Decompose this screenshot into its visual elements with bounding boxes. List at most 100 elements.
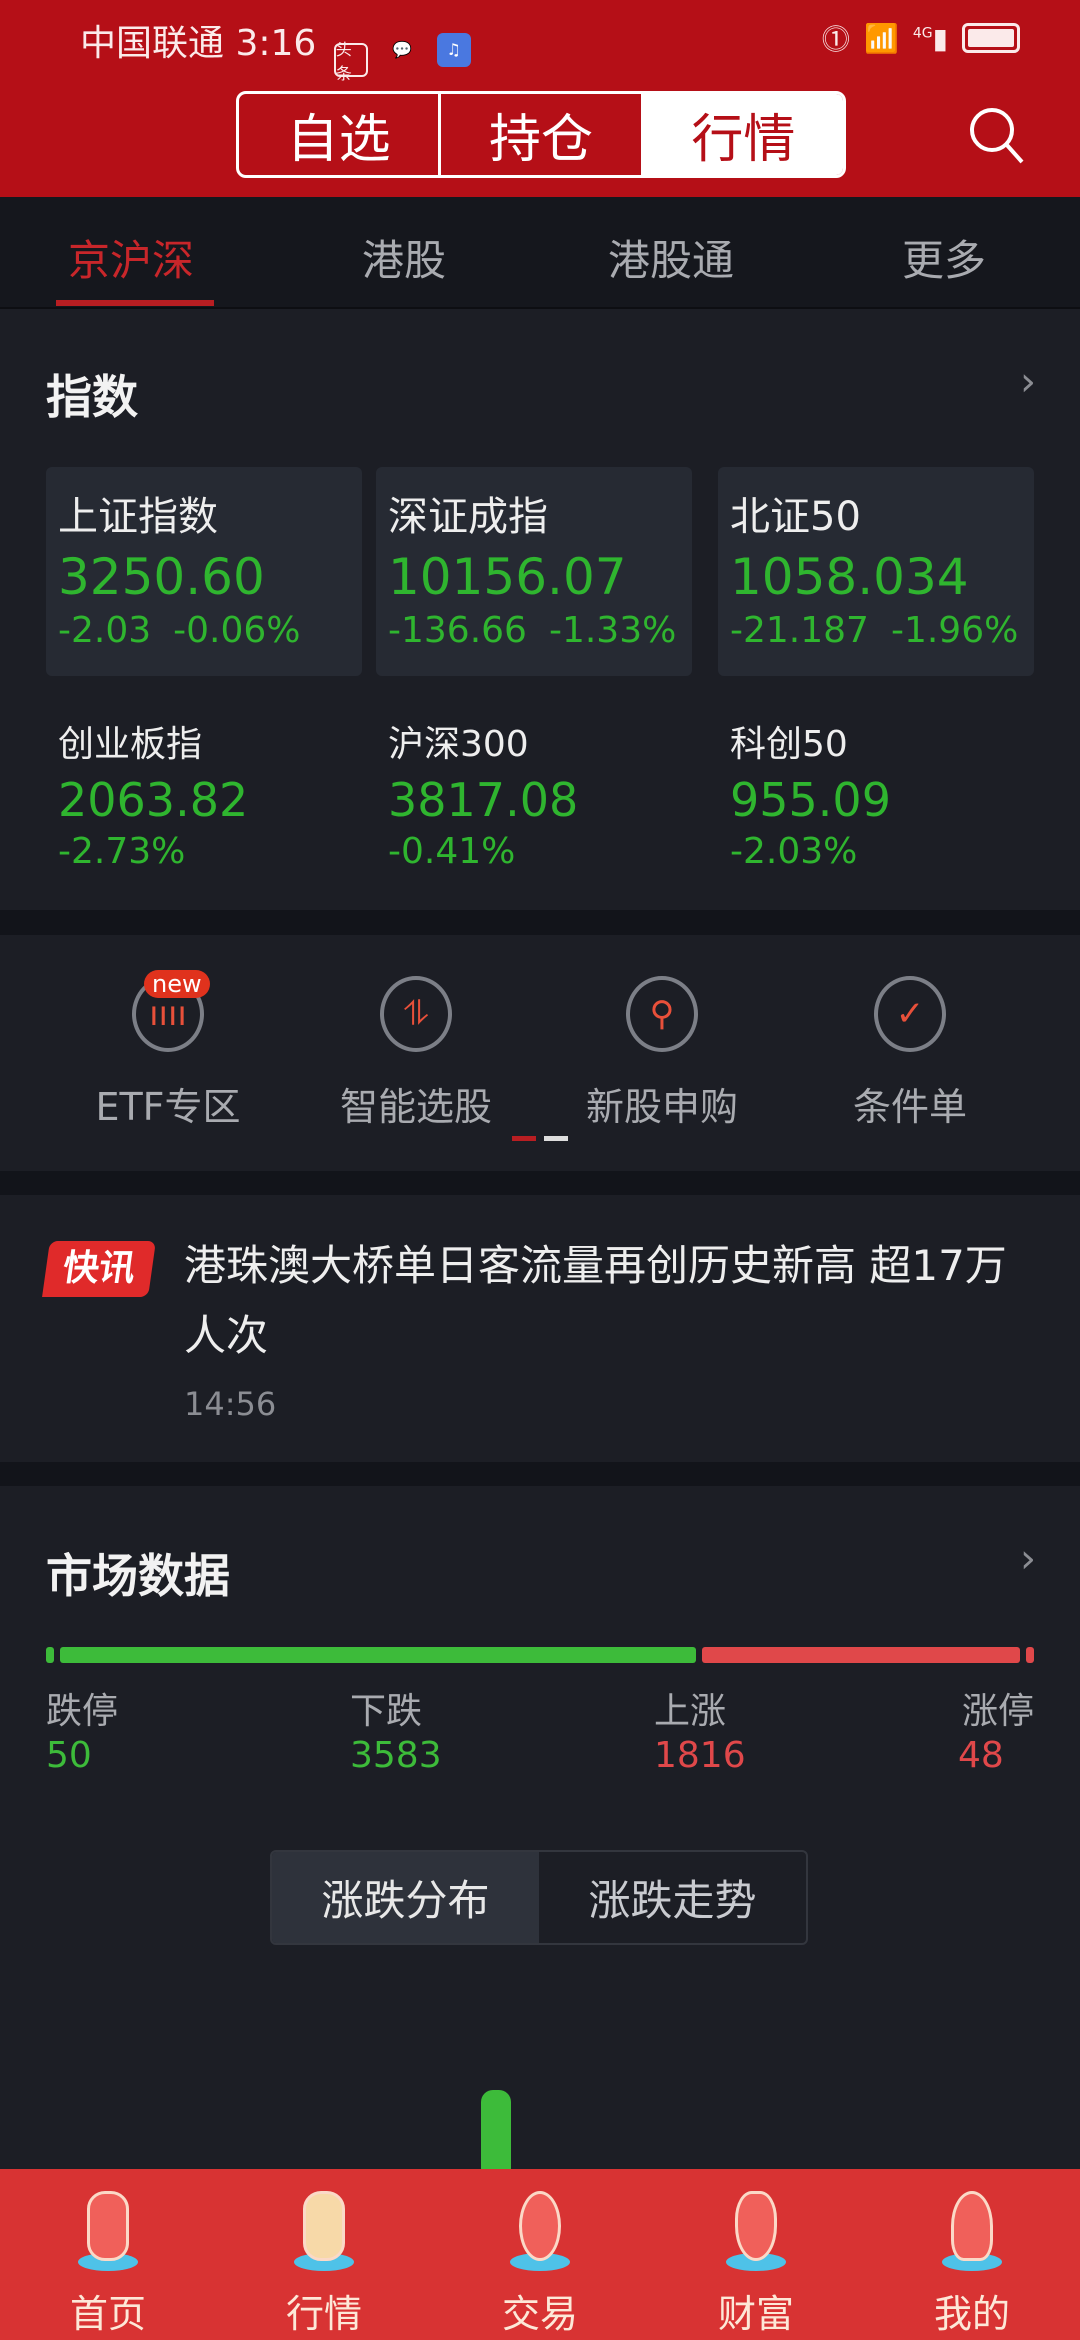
smart-pick-icon: ⥮ — [380, 976, 452, 1052]
segment-holdings[interactable]: 持仓 — [441, 94, 644, 175]
music-icon: ♫ — [436, 32, 471, 67]
market-title: 市场数据 — [46, 1549, 230, 1603]
page-dot — [544, 1136, 568, 1141]
limit-down-bar — [46, 1647, 54, 1663]
nav-label: 行情 — [285, 2292, 362, 2336]
nav-mine[interactable]: 我的 — [864, 2169, 1080, 2340]
limit-up-label: 涨停 — [961, 1691, 1034, 1732]
index-item[interactable]: 沪深300 3817.08 -0.41% — [388, 715, 578, 872]
market-tabs: 京沪深 港股 港股通 更多 — [0, 197, 1080, 309]
index-pct: -1.33% — [548, 610, 677, 651]
page-dot-active — [512, 1136, 536, 1141]
distribution-toggle: 涨跌分布 涨跌走势 — [270, 1850, 808, 1945]
index-pct: -1.96% — [890, 610, 1019, 651]
nav-label: 财富 — [717, 2292, 794, 2336]
shortcut-ipo[interactable]: ⚲ 新股申购 — [552, 976, 772, 1131]
toutiao-icon: 头条 — [333, 40, 368, 83]
tab-more[interactable]: 更多 — [902, 227, 986, 288]
index-pct: -0.06% — [173, 610, 301, 651]
index-value: 10156.07 — [388, 548, 627, 606]
shortcut-label: 新股申购 — [585, 1085, 738, 1129]
wealth-icon — [721, 2191, 791, 2271]
trade-icon — [505, 2191, 575, 2271]
battery-icon — [962, 23, 1020, 53]
tab-a-shares[interactable]: 京沪深 — [68, 227, 194, 288]
shortcut-label: 条件单 — [852, 1085, 967, 1129]
shortcut-etf[interactable]: ıııı new ETF专区 — [58, 970, 278, 1131]
toutiao-label: 头条 — [335, 40, 352, 83]
shortcut-label: 智能选股 — [339, 1085, 492, 1129]
flash-tag: 快讯 — [42, 1241, 156, 1297]
toggle-distribution[interactable]: 涨跌分布 — [272, 1852, 539, 1943]
index-change: -136.66 — [388, 610, 527, 651]
nav-label: 交易 — [501, 2292, 578, 2336]
indices-section: 指数 › 上证指数 3250.60 -2.03 -0.06% 深证成指 10156.07… — [0, 309, 1080, 910]
nav-home[interactable]: 首页 — [0, 2169, 216, 2340]
market-icon — [289, 2191, 359, 2271]
wechat-icon: 💬 — [392, 40, 413, 59]
shortcut-smart-pick[interactable]: ⥮ 智能选股 — [306, 976, 526, 1131]
segmented-control: 自选 持仓 行情 — [236, 91, 846, 178]
toggle-trend[interactable]: 涨跌走势 — [539, 1852, 806, 1943]
carrier: 中国联通 — [80, 23, 225, 64]
decline-count: 3583 — [350, 1735, 442, 1776]
index-item[interactable]: 创业板指 2063.82 -2.73% — [58, 715, 248, 872]
wifi-icon: 📶 — [863, 21, 899, 55]
index-value: 3817.08 — [388, 773, 579, 827]
index-item[interactable]: 深证成指 10156.07 -136.66 -1.33% — [388, 484, 698, 651]
index-value: 955.09 — [730, 773, 891, 827]
decline-label: 下跌 — [350, 1691, 423, 1732]
index-item[interactable]: 北证50 1058.034 -21.187 -1.96% — [730, 484, 1040, 651]
etf-icon: ıııı new — [132, 970, 210, 1052]
bottom-nav: 首页 行情 交易 财富 我的 — [0, 2169, 1080, 2340]
advance-label: 上涨 — [654, 1691, 727, 1732]
chevron-right-icon[interactable]: › — [1020, 1536, 1036, 1582]
new-badge: new — [144, 970, 210, 998]
advance-bar — [702, 1647, 1020, 1663]
profile-icon — [937, 2191, 1007, 2271]
index-name: 北证50 — [730, 494, 861, 540]
market-data-section: 市场数据 › — [0, 1486, 1080, 2169]
index-name: 深证成指 — [388, 494, 548, 540]
distribution-bar — [481, 2090, 511, 2180]
search-icon[interactable] — [966, 104, 1026, 164]
index-item[interactable]: 上证指数 3250.60 -2.03 -0.06% — [58, 484, 323, 651]
segment-market[interactable]: 行情 — [643, 94, 843, 175]
news-headline[interactable]: 港珠澳大桥单日客流量再创历史新高 超17万人次 — [184, 1231, 1034, 1371]
clock: 3:16 — [235, 23, 317, 64]
hd-call-icon: ⓵ — [821, 23, 850, 56]
advance-count: 1816 — [654, 1735, 746, 1776]
shortcut-label: ETF专区 — [95, 1085, 241, 1129]
chevron-right-icon[interactable]: › — [1020, 359, 1036, 405]
news-flash[interactable]: 快讯 港珠澳大桥单日客流量再创历史新高 超17万人次 14:56 — [0, 1195, 1080, 1462]
nav-market[interactable]: 行情 — [216, 2169, 432, 2340]
index-pct: -0.41% — [388, 831, 516, 872]
index-name: 科创50 — [730, 724, 848, 765]
indices-title: 指数 — [46, 370, 138, 424]
news-time: 14:56 — [184, 1385, 277, 1423]
ipo-icon: ⚲ — [626, 976, 698, 1052]
index-value: 1058.034 — [730, 548, 969, 606]
shortcut-conditional[interactable]: ✓ 条件单 — [800, 976, 1020, 1131]
index-value: 3250.60 — [58, 548, 265, 606]
index-name: 沪深300 — [388, 724, 529, 765]
4g-signal-icon: 4G▮ — [912, 21, 948, 55]
index-change: -2.03 — [58, 610, 152, 651]
index-item[interactable]: 科创50 955.09 -2.03% — [730, 715, 891, 872]
index-value: 2063.82 — [58, 773, 249, 827]
conditional-order-icon: ✓ — [874, 976, 946, 1052]
nav-wealth[interactable]: 财富 — [648, 2169, 864, 2340]
limit-down-count: 50 — [46, 1735, 92, 1776]
nav-trade[interactable]: 交易 — [432, 2169, 648, 2340]
index-name: 创业板指 — [58, 724, 203, 765]
limit-up-count: 48 — [958, 1735, 1004, 1776]
index-change: -21.187 — [730, 610, 869, 651]
home-icon — [73, 2191, 143, 2271]
nav-label: 首页 — [69, 2292, 146, 2336]
tab-hk[interactable]: 港股 — [362, 227, 446, 288]
status-right: ⓵ 📶 4G▮ — [822, 18, 1020, 58]
tab-hk-connect[interactable]: 港股通 — [608, 227, 734, 288]
segment-watchlist[interactable]: 自选 — [239, 94, 442, 175]
network-type: 4G — [912, 25, 933, 42]
status-left: 中国联通 3:16 头条 💬 ♫ — [80, 14, 471, 83]
